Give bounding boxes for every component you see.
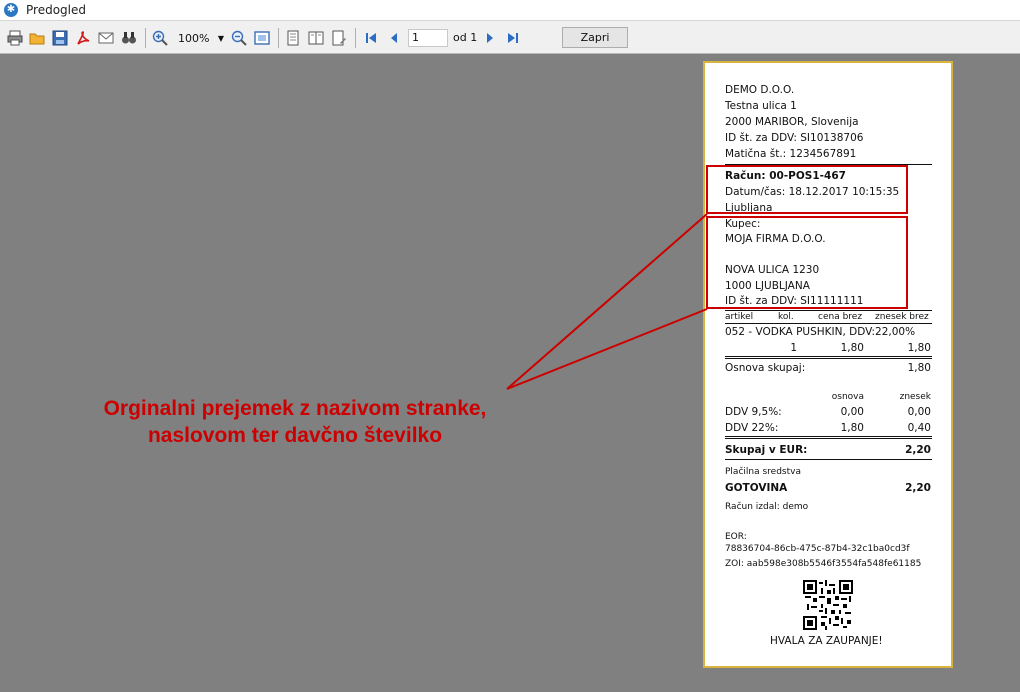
annotation-line-1: Orginalni prejemek z nazivom stranke, [103,397,487,420]
annotation-line-2: naslovom ter davčno številko [147,424,443,447]
annotation-pointer [506,213,708,390]
annotation-text: Orginalni prejemek z nazivom stranke, na… [40,395,550,449]
